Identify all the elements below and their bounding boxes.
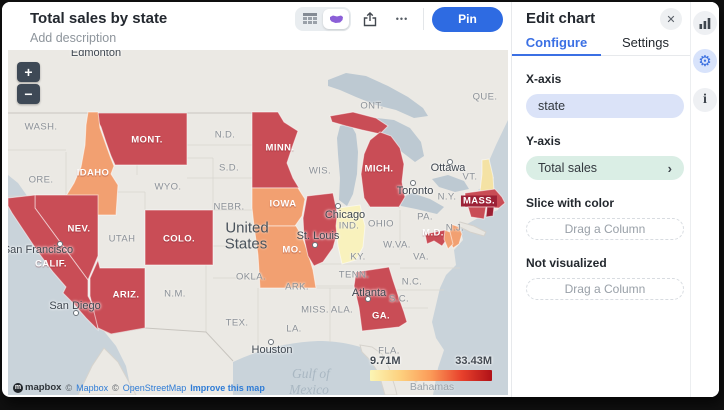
info-icon: i — [703, 93, 707, 107]
mapbox-logo-text: mapbox — [25, 382, 61, 393]
x-axis-pill-text: state — [538, 99, 565, 113]
copyright-symbol: © — [112, 383, 119, 393]
panel-title: Edit chart — [526, 10, 595, 27]
state-connecticut[interactable] — [468, 207, 486, 219]
slice-with-color-label: Slice with color — [526, 196, 684, 210]
legend-max-value: 33.43M — [455, 355, 492, 367]
table-icon — [303, 13, 317, 25]
y-axis-pill[interactable]: Total sales › — [526, 156, 684, 180]
tab-settings[interactable]: Settings — [601, 30, 690, 55]
not-visualized-dropzone[interactable]: Drag a Column — [526, 278, 684, 300]
map-canvas — [8, 50, 508, 395]
edit-chart-panel: Edit chart ✕ Configure Settings X-axis s… — [511, 2, 690, 397]
page-title: Total sales by state — [30, 10, 167, 27]
table-view-button[interactable] — [297, 9, 323, 29]
zoom-in-button[interactable]: + — [17, 62, 40, 82]
openstreetmap-link[interactable]: OpenStreetMap — [123, 383, 187, 393]
view-toggle — [295, 7, 351, 31]
mapbox-logo[interactable]: m mapbox — [13, 382, 61, 393]
chart-type-button[interactable] — [693, 11, 717, 35]
share-icon — [363, 12, 377, 27]
side-icon-rail: ⚙ i — [690, 2, 719, 397]
slice-color-dropzone[interactable]: Drag a Column — [526, 218, 684, 240]
improve-map-link[interactable]: Improve this map — [190, 383, 265, 393]
mapbox-link[interactable]: Mapbox — [76, 383, 108, 393]
more-options-button[interactable]: ••• — [389, 7, 415, 31]
add-description-field[interactable]: Add description — [30, 31, 116, 45]
copyright-symbol: © — [65, 383, 72, 393]
color-legend: 9.71M 33.43M — [370, 355, 492, 381]
toolbar-divider — [423, 8, 424, 30]
y-axis-pill-text: Total sales — [538, 161, 597, 175]
app-window: Total sales by state Add description — [2, 2, 719, 397]
header-toolbar: ••• Pin — [295, 6, 507, 32]
close-panel-button[interactable]: ✕ — [660, 8, 682, 30]
chevron-right-icon: › — [668, 161, 672, 176]
map-icon — [329, 14, 344, 24]
bar-chart-icon — [699, 18, 711, 29]
state-rhode-island[interactable] — [486, 207, 494, 217]
map-zoom-controls: + − — [17, 62, 40, 104]
tab-configure[interactable]: Configure — [512, 30, 601, 55]
map-view-button[interactable] — [323, 9, 349, 29]
state-iowa[interactable] — [252, 188, 305, 226]
panel-tabs: Configure Settings — [512, 30, 690, 56]
pin-button[interactable]: Pin — [432, 7, 503, 32]
close-icon: ✕ — [666, 13, 675, 26]
panel-body: X-axis state Y-axis Total sales › Slice … — [526, 56, 684, 300]
gear-icon: ⚙ — [698, 54, 711, 69]
mapbox-logo-icon: m — [13, 383, 23, 393]
choropleth-map[interactable]: WASH.ORE.WYO.UTAHN.M.N.D.S.D.NEBR.OKLA.T… — [8, 50, 508, 395]
legend-min-value: 9.71M — [370, 355, 401, 367]
card-header: Total sales by state Add description — [2, 2, 511, 50]
x-axis-label: X-axis — [526, 72, 684, 86]
legend-gradient-bar — [370, 370, 492, 381]
share-button[interactable] — [357, 7, 383, 31]
zoom-out-button[interactable]: − — [17, 84, 40, 104]
x-axis-pill[interactable]: state — [526, 94, 684, 118]
y-axis-label: Y-axis — [526, 134, 684, 148]
chart-settings-button[interactable]: ⚙ — [693, 49, 717, 73]
not-visualized-label: Not visualized — [526, 256, 684, 270]
chart-info-button[interactable]: i — [693, 88, 717, 112]
state-arizona[interactable] — [90, 260, 145, 334]
ellipsis-icon: ••• — [396, 14, 408, 24]
map-attribution: m mapbox © Mapbox © OpenStreetMap Improv… — [13, 382, 265, 393]
state-colorado[interactable] — [145, 210, 213, 265]
